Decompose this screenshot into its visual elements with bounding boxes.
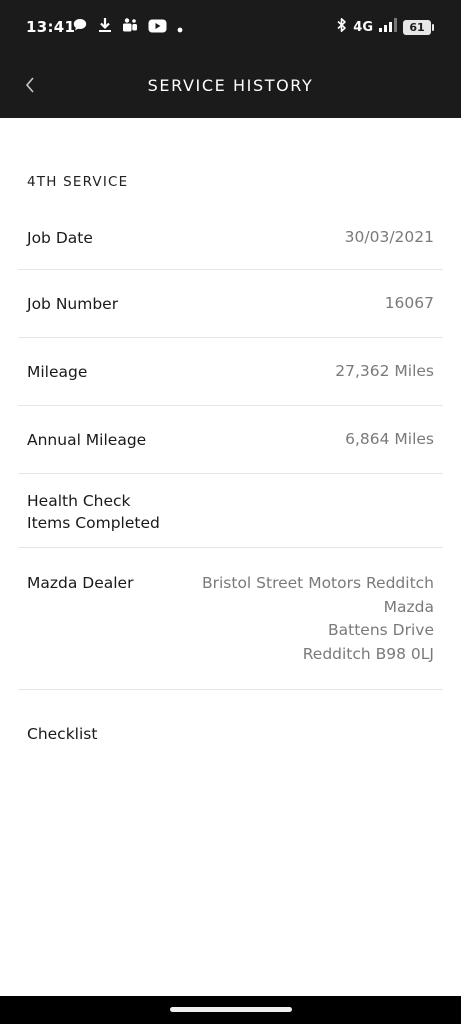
youtube-icon (148, 18, 167, 37)
home-indicator[interactable] (170, 1007, 292, 1012)
section-heading: 4TH SERVICE (27, 174, 129, 190)
dealer-brand: Mazda (383, 597, 434, 616)
row-checklist[interactable]: Checklist (18, 690, 443, 760)
row-job-date: Job Date 30/03/2021 (18, 208, 443, 270)
app-header: SERVICE HISTORY (0, 56, 461, 118)
row-value: 6,864 Miles (345, 430, 434, 448)
network-type: 4G (353, 19, 373, 35)
battery-icon: 61 (403, 19, 434, 35)
row-job-number: Job Number 16067 (18, 270, 443, 338)
chat-bubble-icon (72, 17, 88, 37)
row-label: Job Number (27, 295, 119, 313)
row-value: 16067 (384, 294, 434, 312)
row-label: Items Completed (27, 514, 160, 532)
row-value: 30/03/2021 (344, 228, 434, 246)
status-time: 13:41 (26, 18, 76, 36)
system-icons: 4G 61 (336, 17, 434, 37)
row-label: Annual Mileage (27, 431, 147, 449)
row-annual-mileage: Annual Mileage 6,864 Miles (18, 406, 443, 474)
dealer-street: Battens Drive (328, 621, 434, 639)
row-mileage: Mileage 27,362 Miles (18, 338, 443, 406)
row-health-check: Health Check Items Completed (18, 474, 443, 548)
row-label: Health Check (27, 492, 131, 510)
navigation-bar (0, 996, 461, 1024)
dealer-town-postcode: Redditch B98 0LJ (302, 644, 434, 663)
row-label: Mazda Dealer (27, 574, 134, 592)
dot-icon (177, 18, 183, 37)
signal-icon (379, 18, 397, 36)
page-title: SERVICE HISTORY (147, 76, 314, 95)
notification-icons (72, 17, 183, 37)
row-label: Mileage (27, 363, 88, 381)
status-bar: 13:41 4G 61 (0, 0, 461, 56)
dealer-name: Bristol Street Motors Redditch (201, 574, 434, 592)
row-label: Checklist (27, 725, 98, 743)
teams-icon (122, 17, 138, 37)
download-icon (98, 17, 112, 37)
row-label: Job Date (27, 229, 93, 247)
bluetooth-icon (336, 17, 347, 37)
row-value: 27,362 Miles (335, 362, 434, 380)
row-mazda-dealer: Mazda Dealer Bristol Street Motors Reddi… (18, 548, 443, 690)
